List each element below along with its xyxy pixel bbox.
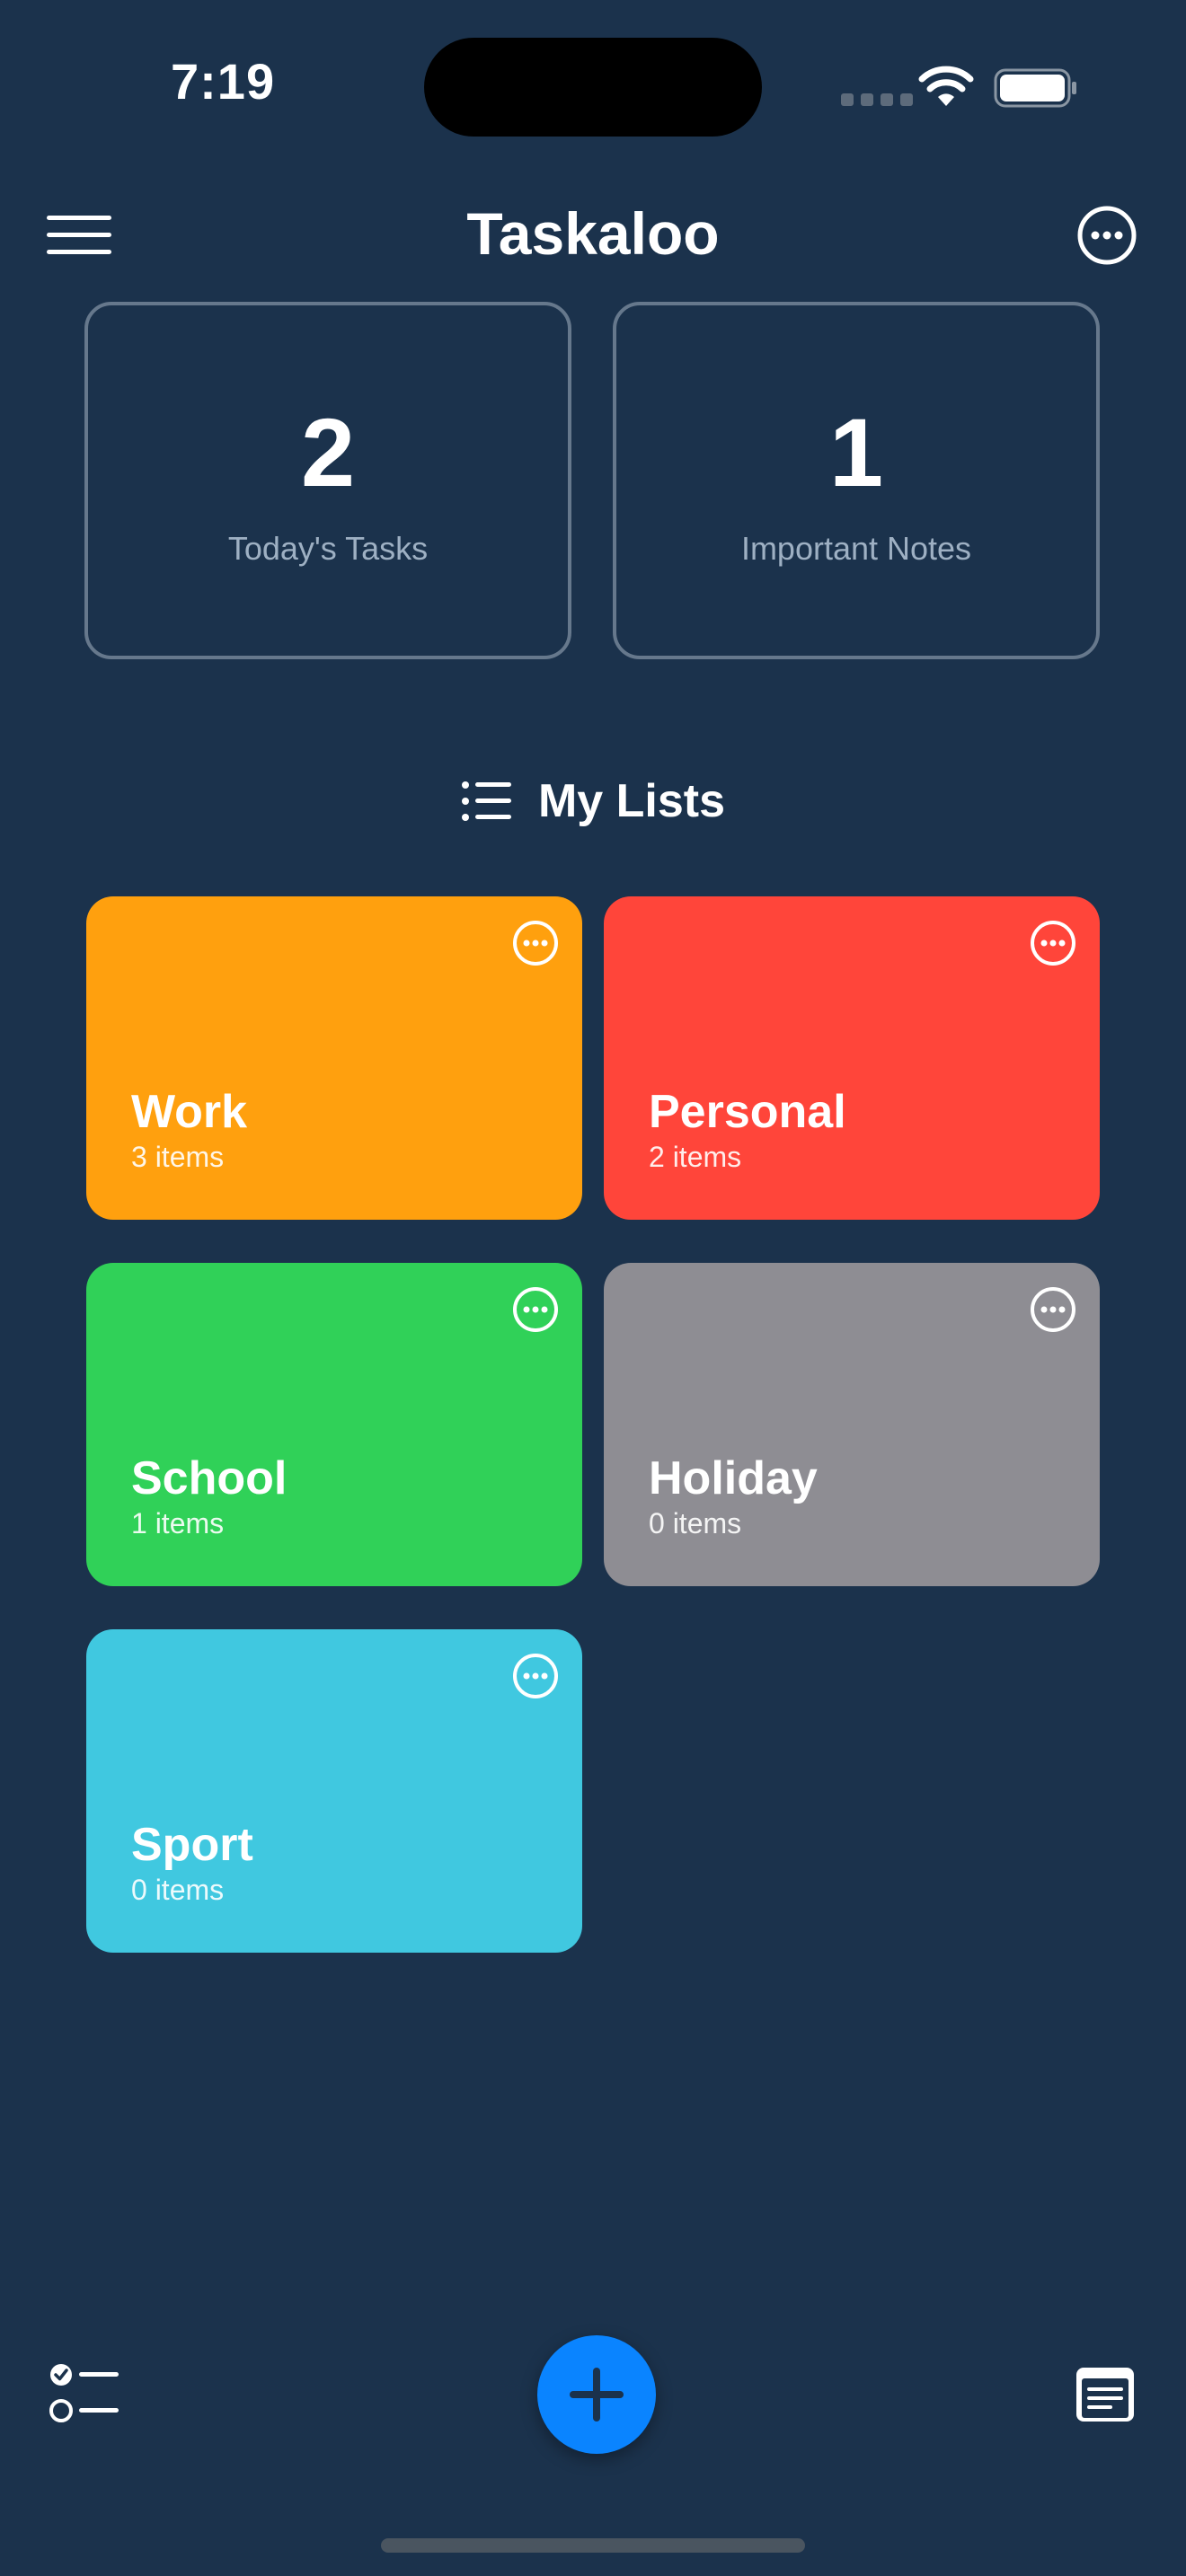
- status-time: 7:19: [171, 53, 276, 110]
- todays-tasks-count: 2: [300, 398, 356, 507]
- note-icon[interactable]: [1075, 2366, 1136, 2423]
- list-item-count: 0 items: [649, 1507, 742, 1539]
- list-name: Holiday: [649, 1452, 818, 1504]
- list-item-count: 2 items: [649, 1141, 742, 1173]
- list-name: Work: [131, 1086, 248, 1138]
- ellipsis-circle-icon[interactable]: [512, 1286, 559, 1333]
- app-title: Taskaloo: [466, 200, 720, 267]
- wifi-icon: [918, 66, 974, 106]
- plus-icon: [570, 2368, 624, 2422]
- list-tile-work[interactable]: Work 3 items: [86, 896, 582, 1220]
- checklist-icon[interactable]: [49, 2362, 119, 2427]
- list-name: School: [131, 1452, 288, 1504]
- my-lists-title: My Lists: [537, 775, 726, 827]
- battery-icon: [994, 68, 1076, 108]
- ellipsis-circle-icon[interactable]: [512, 1653, 559, 1699]
- list-tile-sport[interactable]: Sport 0 items: [86, 1629, 582, 1953]
- cellular-signal-icon: [841, 93, 913, 106]
- add-button[interactable]: [537, 2335, 656, 2454]
- list-item-count: 0 items: [131, 1874, 225, 1906]
- important-notes-card[interactable]: 1 Important Notes: [613, 302, 1100, 659]
- important-notes-count: 1: [828, 398, 884, 507]
- home-indicator: [381, 2538, 805, 2553]
- todays-tasks-label: Today's Tasks: [227, 530, 429, 567]
- list-item-count: 3 items: [131, 1141, 225, 1173]
- ellipsis-circle-icon[interactable]: [1076, 205, 1137, 266]
- list-name: Personal: [649, 1086, 846, 1138]
- ellipsis-circle-icon[interactable]: [1030, 920, 1076, 966]
- todays-tasks-card[interactable]: 2 Today's Tasks: [84, 302, 571, 659]
- screen: 7:19 Taskaloo 2 Today's Tasks 1 Importan…: [0, 0, 1186, 2576]
- ellipsis-circle-icon[interactable]: [512, 920, 559, 966]
- list-tile-school[interactable]: School 1 items: [86, 1263, 582, 1586]
- list-name: Sport: [131, 1819, 253, 1871]
- list-bullet-icon: [461, 781, 511, 821]
- list-item-count: 1 items: [131, 1507, 225, 1539]
- my-lists-header: My Lists: [0, 774, 1186, 828]
- list-tile-personal[interactable]: Personal 2 items: [604, 896, 1100, 1220]
- dynamic-island: [424, 38, 762, 137]
- ellipsis-circle-icon[interactable]: [1030, 1286, 1076, 1333]
- important-notes-label: Important Notes: [740, 530, 972, 567]
- list-tile-holiday[interactable]: Holiday 0 items: [604, 1263, 1100, 1586]
